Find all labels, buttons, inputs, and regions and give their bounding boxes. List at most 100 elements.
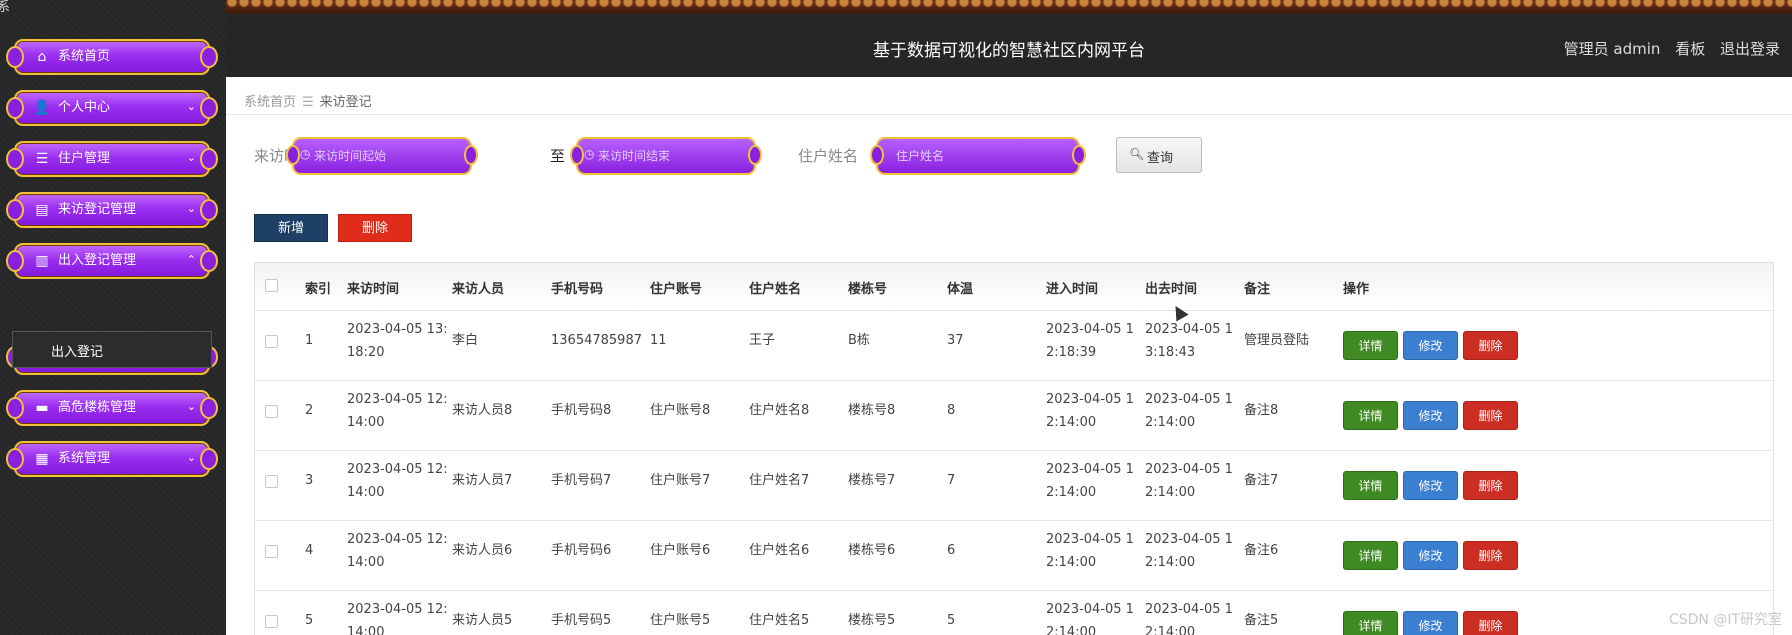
knob-left-decoration	[6, 148, 24, 170]
edit-button[interactable]: 修改	[1403, 611, 1458, 635]
visit-records-table: 索引 来访时间 来访人员 手机号码 住户账号 住户姓名 楼栋号 体温 进入时间 出去时间 备注 操作 …	[254, 262, 1774, 635]
cell-enter-time-line2: 2:14:00	[1046, 555, 1097, 570]
delete-button[interactable]: 删除	[1463, 471, 1518, 500]
detail-button[interactable]: 详情	[1343, 471, 1398, 500]
sidebar-item-label: 系统首页	[58, 49, 111, 64]
delete-button[interactable]: 删除	[1463, 541, 1518, 570]
table-header: 索引 来访时间 来访人员 手机号码 住户账号 住户姓名 楼栋号 体温 进入时间 出去时间 备注 操作	[255, 263, 1773, 311]
detail-button[interactable]: 详情	[1343, 401, 1398, 430]
chevron-icon: ⌄	[186, 100, 196, 113]
row-checkbox[interactable]	[265, 405, 278, 418]
bulk-delete-button[interactable]: 删除	[338, 214, 412, 242]
sidebar-subitem-label: 出入登记	[51, 345, 104, 360]
cell-visit-time-line1: 2023-04-05 12:	[347, 532, 448, 547]
cell-index: 4	[305, 543, 314, 558]
chevron-icon: ⌃	[186, 253, 196, 266]
sidebar-item-0[interactable]: ⌂ 系统首页	[6, 37, 218, 77]
cell-temperature: 37	[947, 333, 964, 348]
column-header: 出去时间	[1145, 282, 1198, 297]
row-checkbox[interactable]	[265, 475, 278, 488]
sidebar-item-3[interactable]: ▤ 来访登记管理 ⌄	[6, 190, 218, 230]
knob-left-decoration	[6, 46, 24, 68]
cell-note: 备注7	[1244, 473, 1279, 488]
column-header: 来访人员	[452, 282, 505, 297]
column-header: 索引	[305, 282, 332, 297]
cell-visit-time-line2: 14:00	[347, 415, 385, 430]
knob-left-decoration	[6, 97, 24, 119]
column-header: 来访时间	[347, 282, 400, 297]
row-checkbox[interactable]	[265, 545, 278, 558]
sidebar-item-label: 个人中心	[58, 100, 111, 115]
cell-phone: 13654785987	[551, 333, 642, 348]
cell-index: 1	[305, 333, 314, 348]
cell-visitor: 李白	[452, 333, 479, 348]
resident-name-input[interactable]: 住户姓名	[870, 137, 1086, 175]
visit-time-start-input[interactable]: ◷ 来访时间起始	[286, 137, 478, 175]
cell-account: 住户账号6	[650, 543, 711, 558]
knob-left-decoration	[570, 145, 584, 165]
column-header: 备注	[1244, 282, 1271, 297]
cell-enter-time-line2: 2:18:39	[1046, 345, 1097, 360]
edit-button[interactable]: 修改	[1403, 471, 1458, 500]
name-placeholder: 住户姓名	[896, 149, 945, 163]
delete-button[interactable]: 删除	[1463, 611, 1518, 635]
admin-label: 管理员 admin	[1563, 40, 1661, 58]
cell-building: 楼栋号5	[848, 613, 896, 628]
column-header: 楼栋号	[848, 282, 888, 297]
delete-button[interactable]: 删除	[1463, 401, 1518, 430]
cell-phone: 手机号码6	[551, 543, 612, 558]
knob-right-decoration	[200, 46, 218, 68]
detail-button[interactable]: 详情	[1343, 611, 1398, 635]
clock-icon: ◷	[584, 147, 595, 161]
cell-index: 2	[305, 403, 314, 418]
visit-time-end-input[interactable]: ◷ 来访时间结束	[570, 137, 762, 175]
table-row: 1 2023-04-05 13: 18:20 李白 13654785987 11 王子 B栋 3…	[255, 311, 1773, 381]
chevron-icon: ⌄	[186, 151, 196, 164]
query-button[interactable]: 🔍︎ 查询	[1116, 137, 1202, 173]
knob-right-decoration	[748, 145, 762, 165]
clock-icon: ◷	[300, 147, 311, 161]
sidebar-item-1[interactable]: 👤 个人中心 ⌄	[6, 88, 218, 128]
top-header: 基于数据可视化的智慧社区内网平台 管理员 admin 看板 退出登录	[226, 0, 1792, 77]
cell-leave-time-line1: 2023-04-05 1	[1145, 602, 1233, 617]
user-icon: 👤	[33, 100, 51, 116]
clipboard-icon: ▤	[35, 202, 49, 218]
cell-temperature: 7	[947, 473, 956, 488]
logout-link[interactable]: 退出登录	[1720, 40, 1780, 58]
edit-button[interactable]: 修改	[1403, 331, 1458, 360]
cell-visit-time-line1: 2023-04-05 12:	[347, 392, 448, 407]
table-row: 4 2023-04-05 12: 14:00 来访人员6 手机号码6 住户账号6 住户姓名6…	[255, 521, 1773, 591]
sidebar-item-6[interactable]: ▬ 高危楼栋管理 ⌄	[6, 388, 218, 428]
sidebar-subitem-entry-log[interactable]: 出入登记	[12, 331, 212, 368]
cell-enter-time-line1: 2023-04-05 1	[1046, 602, 1134, 617]
search-icon: 🔍︎	[1129, 147, 1145, 161]
knob-left-decoration	[6, 448, 24, 470]
detail-button[interactable]: 详情	[1343, 541, 1398, 570]
detail-button[interactable]: 详情	[1343, 331, 1398, 360]
cell-phone: 手机号码5	[551, 613, 612, 628]
edit-button[interactable]: 修改	[1403, 401, 1458, 430]
sidebar-item-2[interactable]: ☰ 住户管理 ⌄	[6, 139, 218, 179]
list-icon: ☰	[35, 151, 49, 167]
cell-enter-time-line1: 2023-04-05 1	[1046, 532, 1134, 547]
main-content: 系统首页 ☰ 来访登记 来访时间 ◷ 来访时间起始 至 ◷ 来访时间结束 住户姓名 …	[226, 77, 1792, 635]
board-link[interactable]: 看板	[1675, 40, 1705, 58]
resident-name-label: 住户姓名	[798, 147, 859, 165]
sidebar-item-4[interactable]: ▥ 出入登记管理 ⌃	[6, 241, 218, 281]
edit-button[interactable]: 修改	[1403, 541, 1458, 570]
breadcrumb-home[interactable]: 系统首页	[244, 95, 296, 110]
delete-button[interactable]: 删除	[1463, 331, 1518, 360]
cell-visit-time-line1: 2023-04-05 12:	[347, 462, 448, 477]
sidebar-item-7[interactable]: ▦ 系统管理 ⌄	[6, 439, 218, 479]
cell-visitor: 来访人员8	[452, 403, 513, 418]
add-button[interactable]: 新增	[254, 214, 328, 242]
breadcrumb-separator: ☰	[302, 95, 314, 110]
cell-leave-time-line2: 3:18:43	[1145, 345, 1196, 360]
cell-index: 5	[305, 613, 314, 628]
cell-building: B栋	[848, 333, 870, 348]
row-checkbox[interactable]	[265, 615, 278, 628]
cell-visitor: 来访人员6	[452, 543, 513, 558]
select-all-checkbox[interactable]	[265, 279, 278, 292]
cell-leave-time-line1: 2023-04-05 1	[1145, 322, 1233, 337]
row-checkbox[interactable]	[265, 335, 278, 348]
